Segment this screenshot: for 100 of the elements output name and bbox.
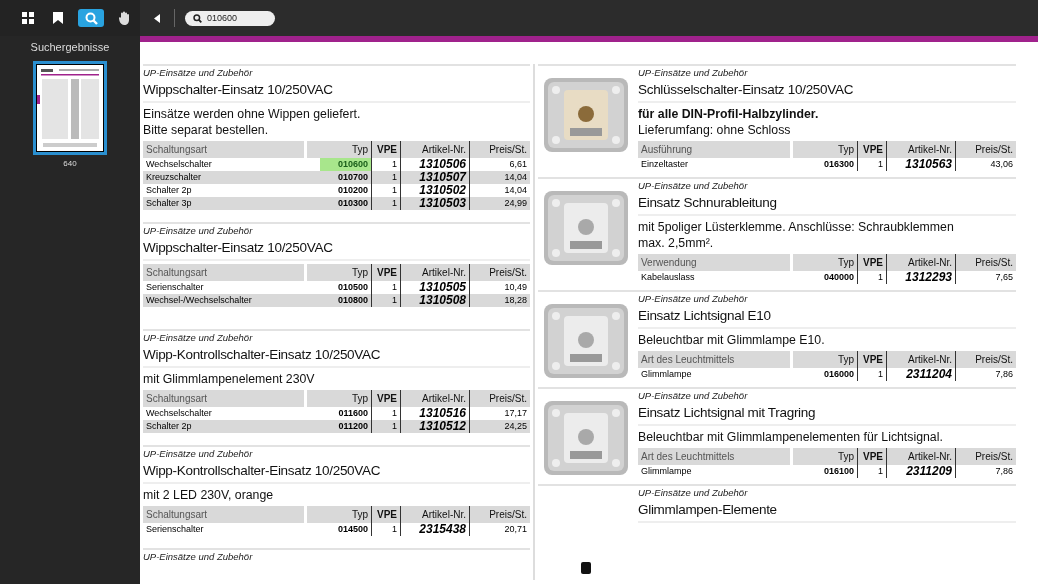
- table-cell: Wechselschalter: [143, 158, 306, 171]
- table-cell: 24,25: [469, 420, 530, 433]
- column-header: Art des Leuchtmittels: [638, 351, 792, 368]
- product-description: Bitte separat bestellen.: [143, 122, 270, 138]
- category-label: UP-Einsätze und Zubehör: [638, 66, 749, 79]
- table-cell: Kabelauslass: [638, 271, 792, 284]
- product-description: Einsätze werden ohne Wippen geliefert.: [143, 106, 362, 122]
- category-label: UP-Einsätze und Zubehör: [143, 447, 254, 460]
- column-header: Artikel-Nr.: [886, 448, 956, 465]
- product-title: Schlüsselschalter-Einsatz 10/250VAC: [638, 79, 1016, 103]
- product-title: Wippschalter-Einsatz 10/250VAC: [143, 79, 530, 103]
- table-cell: 1312293: [886, 271, 956, 284]
- table-cell: 18,28: [469, 294, 530, 307]
- product-description: Beleuchtbar mit Glimmlampenelementen für Lichtsignal.: [638, 429, 944, 445]
- column-header: VPE: [857, 448, 887, 465]
- table-cell: 43,06: [955, 158, 1016, 171]
- table-cell: Kreuzschalter: [143, 171, 306, 184]
- table-cell: Wechsel-/Wechselschalter: [143, 294, 306, 307]
- table-cell: Serienschalter: [143, 523, 306, 536]
- column-header: Typ: [305, 506, 372, 523]
- table-cell: 1310563: [886, 158, 956, 171]
- column-header: Artikel-Nr.: [400, 141, 470, 158]
- table-cell: 7,86: [955, 368, 1016, 381]
- table-cell: 2311204: [886, 368, 956, 381]
- table-cell: 20,71: [469, 523, 530, 536]
- table-cell: 010800: [305, 294, 372, 307]
- search-field[interactable]: 010600: [185, 10, 275, 26]
- column-header: VPE: [857, 351, 887, 368]
- column-header: Typ: [305, 390, 372, 407]
- column-header: Preis/St.: [955, 448, 1016, 465]
- category-label: UP-Einsätze und Zubehör: [143, 550, 254, 563]
- table-cell: 7,65: [955, 271, 1016, 284]
- table-cell: 014500: [305, 523, 372, 536]
- column-header: Typ: [791, 448, 858, 465]
- table-cell: 1310503: [400, 197, 470, 210]
- column-header: Preis/St.: [469, 390, 530, 407]
- column-header: Artikel-Nr.: [886, 254, 956, 271]
- table-cell: 010700: [305, 171, 372, 184]
- table-cell: 1: [371, 294, 401, 307]
- column-header: Typ: [305, 264, 372, 281]
- product-title: Einsatz Lichtsignal E10: [638, 305, 1016, 329]
- column-header: Artikel-Nr.: [400, 390, 470, 407]
- table-cell: Serienschalter: [143, 281, 306, 294]
- table-cell: 1: [857, 158, 887, 171]
- product-title: Wipp-Kontrollschalter-Einsatz 10/250VAC: [143, 460, 530, 484]
- column-header: Schaltungsart: [143, 390, 306, 407]
- table-cell: 010300: [305, 197, 372, 210]
- category-label: UP-Einsätze und Zubehör: [638, 292, 749, 305]
- product-description: mit 5poliger Lüsterklemme. Anschlüsse: Schraubklemmen: [638, 219, 955, 235]
- table-cell: 1: [371, 523, 401, 536]
- table-cell: 1: [857, 271, 887, 284]
- column-header: VPE: [371, 506, 401, 523]
- column-header: Schaltungsart: [143, 141, 306, 158]
- product-title: Glimmlampen-Elemente: [638, 499, 1016, 523]
- column-header: Artikel-Nr.: [886, 351, 956, 368]
- product-title: Wippschalter-Einsatz 10/250VAC: [143, 237, 530, 261]
- table-cell: 10,49: [469, 281, 530, 294]
- table-cell: Schalter 2p: [143, 184, 306, 197]
- table-cell: 14,04: [469, 171, 530, 184]
- table-cell: 016100: [791, 465, 858, 478]
- column-header: VPE: [857, 254, 887, 271]
- product-description: mit Glimmlampenelement 230V: [143, 371, 316, 387]
- table-cell: 011200: [305, 420, 372, 433]
- column-header: Schaltungsart: [143, 506, 306, 523]
- category-label: UP-Einsätze und Zubehör: [143, 66, 254, 79]
- table-cell: 1: [371, 197, 401, 210]
- table-cell: Glimmlampe: [638, 465, 792, 478]
- table-cell: 016000: [791, 368, 858, 381]
- table-cell: Glimmlampe: [638, 368, 792, 381]
- product-title: Einsatz Schnurableitung: [638, 192, 1016, 216]
- table-cell: 6,61: [469, 158, 530, 171]
- page-number: 640: [63, 159, 77, 168]
- category-label: UP-Einsätze und Zubehör: [638, 389, 749, 402]
- column-header: Typ: [791, 141, 858, 158]
- column-header: VPE: [371, 141, 401, 158]
- table-cell: 14,04: [469, 184, 530, 197]
- column-header: VPE: [857, 141, 887, 158]
- column-header: Preis/St.: [469, 506, 530, 523]
- table-cell: Schalter 2p: [143, 420, 306, 433]
- panel-title: Suchergebnisse: [30, 41, 110, 53]
- table-cell: 1310508: [400, 294, 470, 307]
- table-cell: 1310507: [400, 171, 470, 184]
- product-description: Lieferumfang: ohne Schloss: [638, 122, 792, 138]
- product-description: Beleuchtbar mit Glimmlampe E10.: [638, 332, 826, 348]
- table-cell: 7,86: [955, 465, 1016, 478]
- column-header: Art des Leuchtmittels: [638, 448, 792, 465]
- table-cell: 010600: [305, 158, 372, 171]
- table-cell: 17,17: [469, 407, 530, 420]
- column-header: Preis/St.: [955, 351, 1016, 368]
- column-header: Verwendung: [638, 254, 792, 271]
- column-header: Typ: [791, 254, 858, 271]
- column-header: VPE: [371, 264, 401, 281]
- table-cell: 1310512: [400, 420, 470, 433]
- column-header: Artikel-Nr.: [400, 506, 470, 523]
- product-description: mit 2 LED 230V, orange: [143, 487, 275, 503]
- column-header: Typ: [305, 141, 372, 158]
- category-label: UP-Einsätze und Zubehör: [638, 486, 749, 499]
- category-label: UP-Einsätze und Zubehör: [638, 179, 749, 192]
- table-cell: Schalter 3p: [143, 197, 306, 210]
- table-cell: Wechselschalter: [143, 407, 306, 420]
